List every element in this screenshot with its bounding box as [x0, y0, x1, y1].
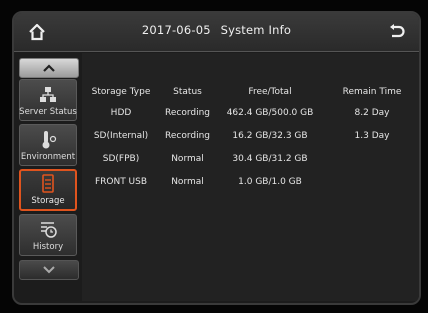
chevron-down-icon [43, 266, 55, 274]
sidebar-item-label: Storage [31, 196, 65, 206]
cell-storage-type: SD(FPB) [102, 153, 140, 164]
sidebar: Server Status Environment Storage Histor… [17, 55, 79, 299]
cell-status: Recording [164, 107, 210, 118]
history-icon [41, 222, 57, 238]
table-header-row: Storage Type Status Free/Total Remain Ti… [82, 83, 419, 101]
sidebar-item-server-status[interactable]: Server Status [19, 79, 77, 121]
cell-status: Normal [171, 176, 204, 187]
column-header-status: Status [173, 87, 202, 97]
header-bar: 2017-06-05 System Info [14, 13, 419, 52]
network-icon [40, 87, 56, 102]
sidebar-item-environment[interactable]: Environment [19, 124, 77, 166]
home-icon [29, 23, 45, 41]
scroll-down-button[interactable] [19, 260, 79, 280]
cell-free-total: 30.4 GB/31.2 GB [232, 153, 308, 164]
cell-status: Normal [171, 153, 204, 164]
chevron-up-icon [43, 64, 55, 72]
sidebar-item-label: History [32, 242, 64, 252]
column-header-storage-type: Storage Type [91, 87, 151, 97]
cell-free-total: 462.4 GB/500.0 GB [226, 107, 314, 118]
column-header-remain-time: Remain Time [342, 87, 402, 97]
cell-remain-time [325, 170, 419, 193]
header-title: System Info [220, 23, 292, 37]
cell-storage-type: SD(Internal) [93, 130, 149, 141]
table-row: SD(Internal) Recording 16.2 GB/32.3 GB 1… [82, 124, 419, 147]
cell-free-total: 1.0 GB/1.0 GB [238, 176, 302, 187]
scroll-up-button[interactable] [19, 58, 79, 78]
storage-table: Storage Type Status Free/Total Remain Ti… [82, 83, 419, 193]
sidebar-item-history[interactable]: History [19, 214, 77, 256]
cell-storage-type: HDD [110, 107, 132, 118]
page-title: 2017-06-05 System Info [74, 23, 359, 37]
cell-remain-time: 1.3 Day [354, 130, 390, 141]
cell-storage-type: FRONT USB [94, 176, 148, 187]
cell-remain-time: 8.2 Day [354, 107, 390, 118]
sidebar-item-label: Server Status [19, 107, 77, 117]
thermometer-icon [42, 131, 57, 149]
storage-icon [42, 174, 54, 193]
table-row: HDD Recording 462.4 GB/500.0 GB 8.2 Day [82, 101, 419, 124]
table-row: SD(FPB) Normal 30.4 GB/31.2 GB [82, 147, 419, 170]
screen: 2017-06-05 System Info Server Status Env… [12, 11, 421, 305]
storage-info-panel: Storage Type Status Free/Total Remain Ti… [82, 53, 419, 301]
back-button[interactable] [383, 19, 409, 45]
sidebar-item-label: Environment [20, 152, 76, 162]
home-button[interactable] [24, 19, 50, 45]
table-row: FRONT USB Normal 1.0 GB/1.0 GB [82, 170, 419, 193]
cell-free-total: 16.2 GB/32.3 GB [232, 130, 308, 141]
cell-status: Recording [164, 130, 210, 141]
sidebar-item-storage[interactable]: Storage [19, 169, 77, 211]
column-header-free-total: Free/Total [248, 87, 292, 97]
header-date: 2017-06-05 [141, 23, 211, 37]
back-icon [390, 24, 405, 38]
cell-remain-time [325, 147, 419, 170]
